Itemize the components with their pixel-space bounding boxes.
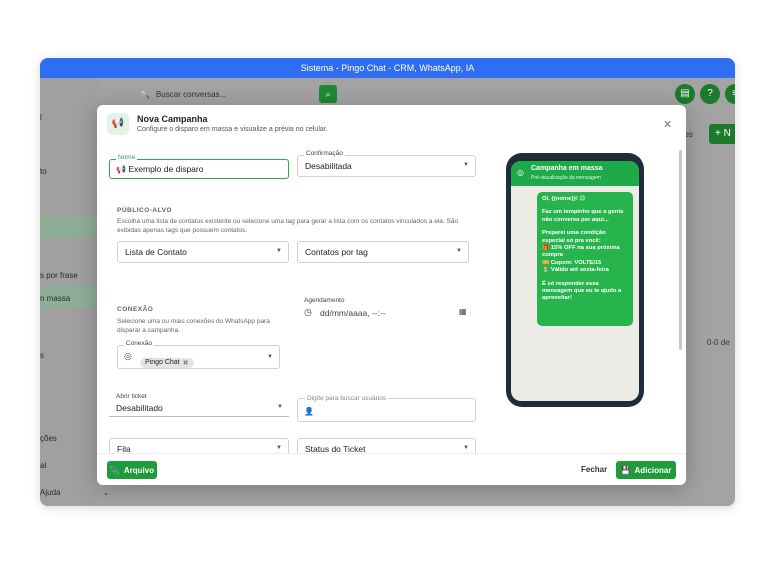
sidebar-item-ajuda[interactable]: Ajuda ⌄	[40, 488, 109, 497]
chat-icon[interactable]: ▤	[675, 84, 695, 104]
chevron-down-icon: ⌄	[102, 488, 110, 497]
field-label: Conexão	[124, 340, 155, 347]
chip-remove-icon[interactable]: ✖	[183, 359, 189, 367]
contacts-by-tag-select[interactable]: Contatos por tag ▼	[297, 241, 469, 263]
schedule-field[interactable]: Agendamento ◷ dd/mm/aaaa, --:-- ▦	[304, 297, 476, 324]
save-icon: 💾	[620, 465, 631, 475]
whatsapp-icon: ◎	[517, 168, 524, 177]
caret-down-icon: ▼	[277, 404, 283, 410]
message-bubble: Oi, {{nome}}! 😊 Faz um tempinho que a ge…	[537, 192, 633, 326]
section-title-publico: PÚBLICO-ALVO	[117, 207, 172, 214]
modal-subtitle: Configure o disparo em massa e visualize…	[137, 126, 328, 133]
message-line: Preparei uma condição especial só pra vo…	[542, 230, 606, 244]
megaphone-icon: 📢	[107, 113, 129, 135]
message-line: Faz um tempinho que a gente não conversa…	[542, 209, 624, 223]
chip-label: Pingo Chat	[145, 359, 180, 366]
contacts-by-tag-value: Contatos por tag	[305, 247, 368, 257]
pagination-text: 0-0 de	[707, 338, 730, 347]
help-icon[interactable]: ?	[700, 84, 720, 104]
contact-list-select[interactable]: Lista de Contato ▼	[117, 241, 289, 263]
field-label: Nome	[116, 154, 138, 161]
megaphone-icon: 📢	[116, 165, 126, 174]
campaign-name-value: Exemplo de disparo	[128, 164, 204, 174]
open-ticket-select[interactable]: Abrir ticket Desabilitado ▼	[109, 393, 289, 417]
clock-icon: ◷	[304, 307, 312, 317]
attach-file-button[interactable]: 📎 Arquivo	[107, 461, 157, 479]
open-ticket-value: Desabilitado	[116, 403, 163, 413]
modal-footer: 📎 Arquivo Fechar 💾 Adicionar	[97, 453, 686, 485]
sidebar-item[interactable]: al	[40, 461, 46, 470]
modal-title: Nova Campanha	[137, 114, 208, 124]
phone-header-subtitle: Pré-visualização da mensagem	[531, 175, 601, 181]
whatsapp-icon: ◎	[124, 351, 132, 361]
user-search-input[interactable]: Digite para buscar usuários 👤	[297, 395, 476, 422]
confirmation-value: Desabilitada	[305, 161, 352, 171]
message-line: É só responder essa mensagem que eu te a…	[542, 280, 622, 302]
contact-list-value: Lista de Contato	[125, 247, 187, 257]
conversation-search[interactable]: 🔍 Buscar conversas...	[140, 85, 340, 103]
phone-screen: ◎ Campanha em massa Pré-visualização da …	[511, 161, 639, 401]
new-campaign-modal: 📢 Nova Campanha Configure o disparo em m…	[97, 105, 686, 485]
user-search-placeholder: Digite para buscar usuários	[305, 395, 389, 402]
add-button[interactable]: 💾 Adicionar	[616, 461, 676, 479]
paperclip-icon: 📎	[109, 465, 120, 475]
new-button[interactable]: + N	[709, 124, 735, 144]
sidebar-item[interactable]: ções	[40, 434, 57, 443]
phone-preview: ◎ Campanha em massa Pré-visualização da …	[506, 153, 644, 407]
search-button[interactable]: ⌕	[319, 85, 337, 103]
caret-down-icon: ▼	[456, 248, 462, 254]
message-line: ⏳ Válido até sexta-feira	[542, 267, 609, 274]
field-label: Abrir ticket	[116, 393, 147, 400]
calendar-icon[interactable]: ▦	[459, 307, 467, 316]
campaign-name-field[interactable]: Nome 📢 Exemplo de disparo	[109, 154, 289, 179]
sidebar-item-frase[interactable]: s por frase	[40, 271, 78, 280]
caret-down-icon: ▼	[463, 162, 469, 168]
phone-header-title: Campanha em massa	[531, 165, 603, 172]
caret-down-icon: ▼	[276, 445, 282, 451]
sidebar-highlight	[40, 216, 98, 238]
search-placeholder: Buscar conversas...	[155, 89, 227, 99]
field-label: Confirmação	[304, 150, 345, 157]
add-label: Adicionar	[634, 465, 672, 475]
schedule-value: dd/mm/aaaa, --:--	[320, 308, 386, 318]
connection-select[interactable]: Conexão ◎ Pingo Chat ✖ ▼	[117, 340, 280, 369]
section-desc-conexao: Selecione uma ou mais conexões do WhatsA…	[117, 318, 270, 334]
close-button[interactable]: Fechar	[581, 465, 607, 474]
section-title-conexao: CONEXÃO	[117, 306, 154, 313]
close-icon[interactable]: ✕	[663, 118, 672, 131]
caret-down-icon: ▼	[276, 248, 282, 254]
caret-down-icon: ▼	[463, 445, 469, 451]
search-icon: 🔍	[140, 89, 150, 99]
sidebar-item-label: Ajuda	[40, 488, 61, 497]
window-title: Sistema - Pingo Chat - CRM, WhatsApp, IA	[40, 58, 735, 78]
attach-file-label: Arquivo	[123, 465, 155, 475]
message-line: 🎁 15% OFF na sua próxima compra	[542, 245, 620, 259]
caret-down-icon: ▼	[267, 354, 273, 360]
phone-header: ◎ Campanha em massa Pré-visualização da …	[511, 161, 639, 186]
user-icon: 👤	[304, 407, 314, 416]
sidebar-item-massa[interactable]: n massa	[40, 294, 70, 303]
section-desc-publico: Escolha uma lista de contatos existente …	[117, 218, 459, 234]
confirmation-select[interactable]: Confirmação Desabilitada ▼	[297, 150, 476, 177]
sidebar-item[interactable]: s	[40, 351, 44, 360]
sidebar-item[interactable]: to	[40, 167, 47, 176]
message-line: Oi, {{nome}}! 😊	[542, 196, 586, 202]
field-label: Agendamento	[304, 297, 345, 304]
modal-scrollbar[interactable]	[679, 150, 682, 350]
sidebar-item[interactable]: l	[40, 113, 42, 122]
field-content: 📢 Exemplo de disparo	[116, 164, 203, 174]
connection-chip[interactable]: Pingo Chat ✖	[140, 351, 194, 369]
